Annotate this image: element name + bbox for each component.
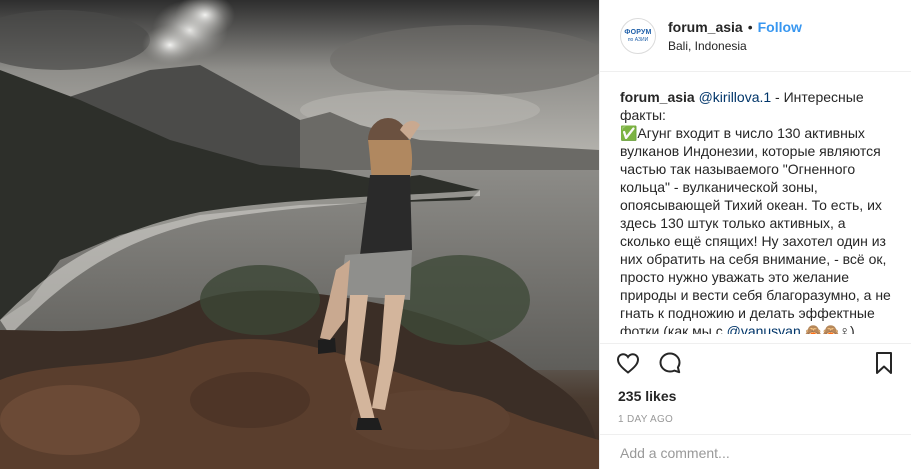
heart-icon[interactable] bbox=[614, 349, 642, 377]
avatar[interactable]: ФОРУМ по АЗИИ bbox=[620, 17, 656, 54]
photo-illustration bbox=[0, 0, 599, 469]
location-link[interactable]: Bali, Indonesia bbox=[668, 39, 802, 53]
post-header: ФОРУМ по АЗИИ forum_asia • Follow Bali, … bbox=[600, 0, 911, 72]
caption-tail: 🙈🙈♀) bbox=[800, 323, 855, 334]
header-username-row: forum_asia • Follow bbox=[668, 19, 802, 35]
post-timestamp[interactable]: 1 DAY AGO bbox=[618, 414, 898, 425]
caption: forum_asia @kirillova.1 - Интересные фак… bbox=[620, 88, 892, 334]
bookmark-icon[interactable] bbox=[870, 349, 898, 377]
action-icons bbox=[614, 346, 898, 380]
header-text: forum_asia • Follow Bali, Indonesia bbox=[668, 19, 802, 53]
comment-input[interactable] bbox=[620, 445, 892, 461]
caption-mention-link[interactable]: @kirillova.1 bbox=[699, 89, 772, 105]
caption-username-link[interactable]: forum_asia bbox=[620, 89, 695, 105]
username-link[interactable]: forum_asia bbox=[668, 19, 743, 35]
likes-count[interactable]: 235 likes bbox=[618, 388, 898, 404]
caption-text: - Интересные факты: ✅Агунг входит в числ… bbox=[620, 89, 891, 334]
separator-dot: • bbox=[747, 18, 753, 35]
avatar-logo-subtext: по АЗИИ bbox=[627, 36, 649, 43]
comment-bubble-icon[interactable] bbox=[656, 349, 684, 377]
follow-button[interactable]: Follow bbox=[758, 19, 802, 35]
post-sidebar: ФОРУМ по АЗИИ forum_asia • Follow Bali, … bbox=[599, 0, 911, 469]
caption-mention-link-2[interactable]: @vanusvan bbox=[727, 323, 801, 334]
comment-box bbox=[600, 434, 911, 469]
post-container: ФОРУМ по АЗИИ forum_asia • Follow Bali, … bbox=[0, 0, 911, 469]
avatar-logo-text: ФОРУМ bbox=[624, 28, 652, 36]
post-photo[interactable] bbox=[0, 0, 599, 469]
action-bar: 235 likes 1 DAY AGO bbox=[600, 343, 911, 425]
